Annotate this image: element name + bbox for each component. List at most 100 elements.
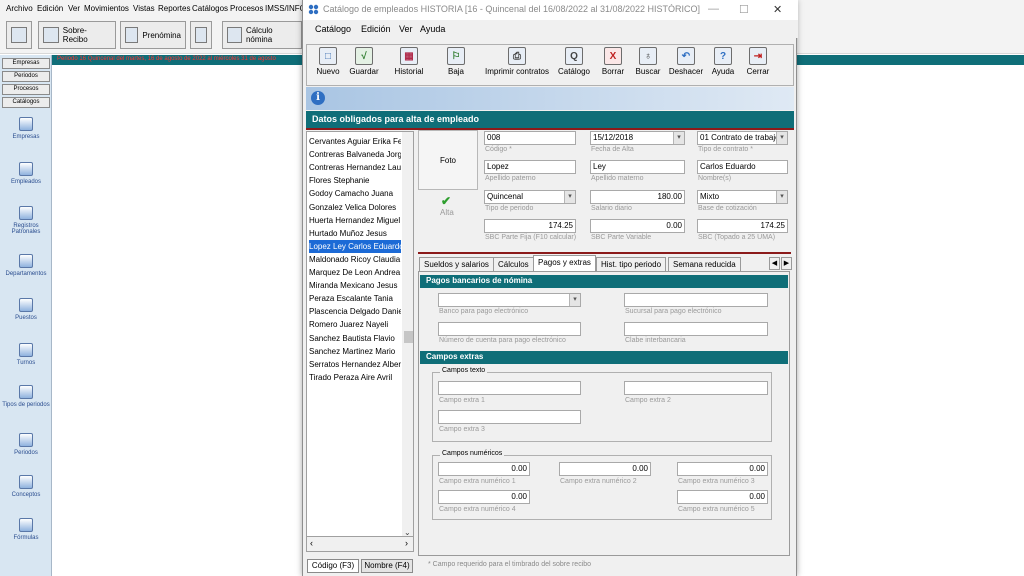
menu-edicion[interactable]: Edición [361,24,391,34]
employee-list-item[interactable]: Contreras Hernandez Laura [309,161,401,174]
employee-list-item[interactable]: Romero Juarez Nayeli [309,318,401,331]
calculo-nomina-button[interactable]: Cálculo nómina [222,21,302,49]
employee-list-item[interactable]: Godoy Camacho Juana [309,187,401,200]
menu-vistas[interactable]: Vistas [133,4,155,13]
menu-movimientos[interactable]: Movimientos [84,4,129,13]
employee-list-item[interactable]: Marquez De Leon Andrea [309,266,401,279]
report-button[interactable] [190,21,212,49]
employee-list-item[interactable]: Lopez Ley Carlos Eduardo [309,239,401,253]
employee-list-item[interactable]: Cervantes Aguiar Erika Fernanda [309,135,401,148]
sidebar-item-periodos[interactable]: Periodos [0,433,52,456]
apellido-materno-field[interactable]: Ley [590,160,685,174]
fecha-alta-field[interactable]: 15/12/2018 [590,131,685,145]
sidebar-item-turnos[interactable]: Turnos [0,343,52,366]
baja-button[interactable]: ⚐ Baja [441,47,471,85]
photo-box[interactable]: Foto [418,130,478,190]
employee-list-item[interactable]: Flores Stephanie [309,174,401,187]
employee-list-item[interactable]: Serratos Hernandez Alberto [309,358,401,371]
tab-scroll-left-icon[interactable]: ◀ [769,257,780,270]
dialog-titlebar[interactable]: Catálogo de empleados HISTORIA [16 - Qui… [303,0,798,20]
sbc-variable-field[interactable]: 0.00 [590,219,685,233]
menu-reportes[interactable]: Reportes [158,4,190,13]
employee-list-item[interactable]: Hurtado Muñoz Jesus [309,227,401,240]
salario-diario-field[interactable]: 180.00 [590,190,685,204]
num-extra-2-field[interactable]: 0.00 [559,462,651,476]
codigo-field[interactable]: 008 [484,131,576,145]
campo-extra-2-field[interactable] [624,381,768,395]
sidebar-item-formulas[interactable]: Fórmulas [0,518,52,541]
banco-select[interactable] [438,293,581,307]
employee-list-item[interactable]: Plascencia Delgado Daniel [309,305,401,318]
ayuda-button[interactable]: ? Ayuda [709,47,737,85]
tab-sueldos[interactable]: Sueldos y salarios [419,257,494,272]
sidebar-tab-empresas[interactable]: Empresas [2,58,50,69]
nuevo-button[interactable]: □ Nuevo [313,47,343,85]
buscar-button[interactable]: ♁ Buscar [633,47,663,85]
tab-calculos[interactable]: Cálculos [493,257,534,272]
employee-list-item[interactable]: Gonzalez Velica Dolores [309,201,401,214]
sucursal-field[interactable] [624,293,768,307]
clabe-field[interactable] [624,322,768,336]
tab-scroll-right-icon[interactable]: ▶ [781,257,792,270]
employee-list[interactable]: Cervantes Aguiar Erika FernandaContreras… [306,131,414,552]
close-button[interactable]: ✕ [773,3,782,16]
nombres-field[interactable]: Carlos Eduardo [697,160,788,174]
employee-list-item[interactable]: Contreras Balvaneda Jorge [309,148,401,161]
employee-list-item[interactable]: Miranda Mexicano Jesus [309,279,401,292]
catalogo-button[interactable]: Q Catálogo [555,47,593,85]
minimize-button[interactable]: — [708,3,719,15]
sidebar-tab-catalogos[interactable]: Catálogos [2,97,50,108]
deshacer-button[interactable]: ↶ Deshacer [666,47,706,85]
tab-codigo[interactable]: Código (F3) [307,559,359,573]
num-extra-1-field[interactable]: 0.00 [438,462,530,476]
menu-ayuda[interactable]: Ayuda [420,24,445,34]
employee-list-item[interactable]: Sanchez Bautista Flavio [309,332,401,345]
tab-nombre[interactable]: Nombre (F4) [361,559,413,573]
num-extra-4-field[interactable]: 0.00 [438,490,530,504]
sidebar-item-puestos[interactable]: Puestos [0,298,52,321]
sidebar-item-registros[interactable]: Registros Patronales [0,206,52,235]
home-button[interactable] [6,21,32,49]
num-extra-3-field[interactable]: 0.00 [677,462,768,476]
sidebar-item-conceptos[interactable]: Conceptos [0,475,52,498]
menu-procesos[interactable]: Procesos [230,4,263,13]
sidebar-item-departamentos[interactable]: Departamentos [0,254,52,277]
cerrar-button[interactable]: ⇥ Cerrar [743,47,773,85]
maximize-button[interactable]: ☐ [739,3,749,16]
employee-list-item[interactable]: Tirado Peraza Aire Avril [309,371,401,384]
campo-extra-1-field[interactable] [438,381,581,395]
tab-pagos-extras[interactable]: Pagos y extras [533,255,596,272]
tipo-contrato-select[interactable]: 01 Contrato de trabajo por tiempo indete… [697,131,788,145]
employee-list-item[interactable]: Huerta Hernandez Miguel [309,214,401,227]
menu-catalogos[interactable]: Catálogos [192,4,228,13]
scroll-right-icon[interactable]: › [405,538,408,548]
tab-semana-reducida[interactable]: Semana reducida [668,257,741,272]
scroll-left-icon[interactable]: ‹ [310,538,313,548]
sbc-topado-field[interactable]: 174.25 [697,219,788,233]
campo-extra-3-field[interactable] [438,410,581,424]
base-cotizacion-select[interactable]: Mixto [697,190,788,204]
sidebar-item-empresas[interactable]: Empresas [0,117,52,140]
menu-catalogo[interactable]: Catálogo [315,24,351,34]
cuenta-field[interactable] [438,322,581,336]
employee-list-item[interactable]: Peraza Escalante Tania [309,292,401,305]
employee-list-item[interactable]: Sanchez Martinez Mario [309,345,401,358]
sidebar-item-empleados[interactable]: Empleados [0,162,52,185]
menu-ver[interactable]: Ver [68,4,80,13]
num-extra-5-field[interactable]: 0.00 [677,490,768,504]
sidebar-item-tipos-periodos[interactable]: Tipos de periodos [0,385,52,408]
list-horizontal-scrollbar[interactable]: ‹ › [306,536,414,552]
sidebar-tab-periodos[interactable]: Periodos [2,71,50,82]
sidebar-tab-procesos[interactable]: Procesos [2,84,50,95]
menu-archivo[interactable]: Archivo [6,4,33,13]
borrar-button[interactable]: X Borrar [597,47,629,85]
tab-hist-tipo-periodo[interactable]: Hist. tipo periodo [596,257,667,272]
imprimir-contratos-button[interactable]: ⎙ Imprimir contratos [479,47,555,85]
menu-ver[interactable]: Ver [399,24,413,34]
historial-button[interactable]: ▦ Historial [391,47,427,85]
menu-imss[interactable]: IMSS/INFO [265,4,306,13]
employee-list-item[interactable]: Maldonado Ricoy Claudia [309,253,401,266]
apellido-paterno-field[interactable]: Lopez [484,160,576,174]
sbc-fija-field[interactable]: 174.25 [484,219,576,233]
sobre-recibo-button[interactable]: Sobre-Recibo [38,21,116,49]
